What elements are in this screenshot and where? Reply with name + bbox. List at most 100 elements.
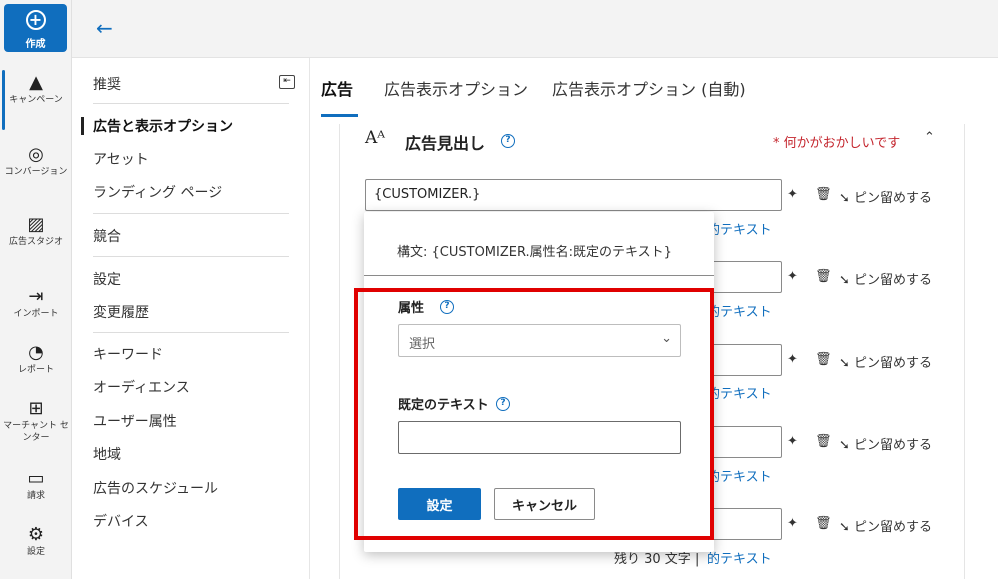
subnav-item-keywords[interactable]: キーワード <box>93 344 163 364</box>
subnav-item-competition[interactable]: 競合 <box>93 226 121 246</box>
pin-label: ピン留めする <box>854 191 933 206</box>
rail-item-label: コンバージョン <box>4 167 68 177</box>
trash-icon[interactable]: 🗑 <box>815 269 832 284</box>
rail-item-merchant-center[interactable]: ⊞ マーチャント センター <box>0 398 72 444</box>
tab-ad-extensions[interactable]: 広告表示オプション <box>384 76 528 100</box>
dynamic-text-link[interactable]: 的テキスト <box>707 383 772 402</box>
subnav-item-devices[interactable]: デバイス <box>93 511 149 531</box>
rail-item-label: レポート <box>17 365 54 375</box>
trash-icon[interactable]: 🗑 <box>815 434 832 449</box>
subnav-item-audiences[interactable]: オーディエンス <box>93 377 190 397</box>
rail-item-campaign[interactable]: ▲ キャンペーン <box>0 70 72 130</box>
pin-button[interactable]: ➘ ピン留めする <box>839 352 932 371</box>
pin-icon: ➘ <box>839 356 850 371</box>
rail-item-label: マーチャント センター <box>3 421 69 443</box>
rail-item-settings[interactable]: ⚙ 設定 <box>0 524 72 558</box>
top-bar: ← <box>72 0 998 58</box>
secondary-nav: 推奨 ⇤ 広告と表示オプション アセット ランディング ページ 競合 設定 変更… <box>72 58 310 579</box>
left-rail: + 作成 ▲ キャンペーン ◎ コンバージョン ▨ 広告スタジオ ⇥ インポート… <box>0 0 72 579</box>
default-text-input[interactable] <box>398 421 681 454</box>
pin-icon: ➘ <box>839 273 850 288</box>
rail-item-ad-studio[interactable]: ▨ 広告スタジオ <box>0 214 72 248</box>
report-icon: ◔ <box>28 342 44 363</box>
pin-icon: ➘ <box>839 520 850 535</box>
syntax-hint: 構文: {CUSTOMIZER.属性名:既定のテキスト} <box>397 245 672 260</box>
help-icon[interactable]: ? <box>440 300 454 314</box>
pin-label: ピン留めする <box>854 438 933 453</box>
subnav-item-recommendations[interactable]: 推奨 <box>93 74 121 94</box>
dynamic-text-link[interactable]: 的テキスト <box>707 301 772 320</box>
rail-item-report[interactable]: ◔ レポート <box>0 342 72 376</box>
create-button[interactable]: + 作成 <box>4 4 67 52</box>
rail-item-conversion[interactable]: ◎ コンバージョン <box>0 144 72 178</box>
collapse-panel-icon[interactable]: ⇤ <box>279 75 295 89</box>
active-indicator <box>81 117 84 135</box>
divider <box>93 256 289 257</box>
attribute-label: 属性 <box>398 301 425 316</box>
trash-icon[interactable]: 🗑 <box>815 187 832 202</box>
magic-wand-icon[interactable]: ✦ <box>787 269 798 284</box>
headline-input[interactable]: {CUSTOMIZER.} <box>365 179 782 211</box>
rail-item-label: 広告スタジオ <box>8 237 63 247</box>
subnav-item-change-history[interactable]: 変更履歴 <box>93 302 149 322</box>
chevron-up-icon[interactable]: ⌃ <box>924 130 935 145</box>
text-size-icon: Aᴬ <box>365 128 386 148</box>
trash-icon[interactable]: 🗑 <box>815 516 832 531</box>
active-tab-underline <box>321 114 358 117</box>
rail-item-billing[interactable]: ▭ 請求 <box>0 468 72 502</box>
tab-ad-extensions-auto[interactable]: 広告表示オプション (自動) <box>552 76 746 100</box>
dynamic-text-link[interactable]: 的テキスト <box>707 548 772 567</box>
gift-icon: ⊞ <box>28 398 44 419</box>
card-border-right <box>964 124 965 579</box>
pin-button[interactable]: ➘ ピン留めする <box>839 516 932 535</box>
magic-wand-icon[interactable]: ✦ <box>787 352 798 367</box>
subnav-item-locations[interactable]: 地域 <box>93 444 121 464</box>
subnav-item-ad-schedule[interactable]: 広告のスケジュール <box>93 478 218 498</box>
megaphone-icon: ▲ <box>29 72 43 93</box>
dynamic-text-link[interactable]: 的テキスト <box>707 466 772 485</box>
magic-wand-icon[interactable]: ✦ <box>787 187 798 202</box>
subnav-item-settings[interactable]: 設定 <box>93 269 121 289</box>
error-message: * 何かがおかしいです <box>773 136 901 151</box>
tab-ads[interactable]: 広告 <box>321 76 353 100</box>
attribute-select[interactable]: 選択 ⌄ <box>398 324 681 357</box>
image-edit-icon: ▨ <box>27 214 45 235</box>
chevron-down-icon: ⌄ <box>661 331 672 346</box>
pin-icon: ➘ <box>839 438 850 453</box>
pin-button[interactable]: ➘ ピン留めする <box>839 269 932 288</box>
help-icon[interactable]: ? <box>501 134 515 148</box>
card-border-left <box>339 124 340 579</box>
magic-wand-icon[interactable]: ✦ <box>787 516 798 531</box>
rail-item-label: キャンペーン <box>9 95 63 105</box>
target-icon: ◎ <box>28 144 44 165</box>
import-icon: ⇥ <box>28 286 44 307</box>
select-placeholder: 選択 <box>409 337 436 352</box>
subnav-item-landing-pages[interactable]: ランディング ページ <box>93 182 222 202</box>
divider <box>93 332 289 333</box>
pin-label: ピン留めする <box>854 273 933 288</box>
pin-label: ピン留めする <box>854 356 933 371</box>
rail-item-label: インポート <box>13 309 59 319</box>
dynamic-text-link[interactable]: 的テキスト <box>707 219 772 238</box>
apply-button[interactable]: 設定 <box>398 488 481 520</box>
pin-label: ピン留めする <box>854 520 933 535</box>
plus-icon: + <box>25 10 46 30</box>
help-icon[interactable]: ? <box>496 397 510 411</box>
subnav-item-assets[interactable]: アセット <box>93 149 149 169</box>
back-arrow-icon[interactable]: ← <box>96 16 113 40</box>
rail-item-label: 請求 <box>26 491 45 501</box>
rail-item-import[interactable]: ⇥ インポート <box>0 286 72 320</box>
pin-button[interactable]: ➘ ピン留めする <box>839 434 932 453</box>
divider <box>93 213 289 214</box>
subnav-item-ads-extensions[interactable]: 広告と表示オプション <box>93 116 233 136</box>
subnav-item-demographics[interactable]: ユーザー属性 <box>93 411 177 431</box>
rail-item-label: 設定 <box>26 547 45 557</box>
divider <box>93 103 289 104</box>
pin-button[interactable]: ➘ ピン留めする <box>839 187 932 206</box>
trash-icon[interactable]: 🗑 <box>815 352 832 367</box>
magic-wand-icon[interactable]: ✦ <box>787 434 798 449</box>
pin-icon: ➘ <box>839 191 850 206</box>
create-button-label: 作成 <box>25 39 46 50</box>
cancel-button[interactable]: キャンセル <box>494 488 595 520</box>
section-title: 広告見出し <box>405 134 486 153</box>
